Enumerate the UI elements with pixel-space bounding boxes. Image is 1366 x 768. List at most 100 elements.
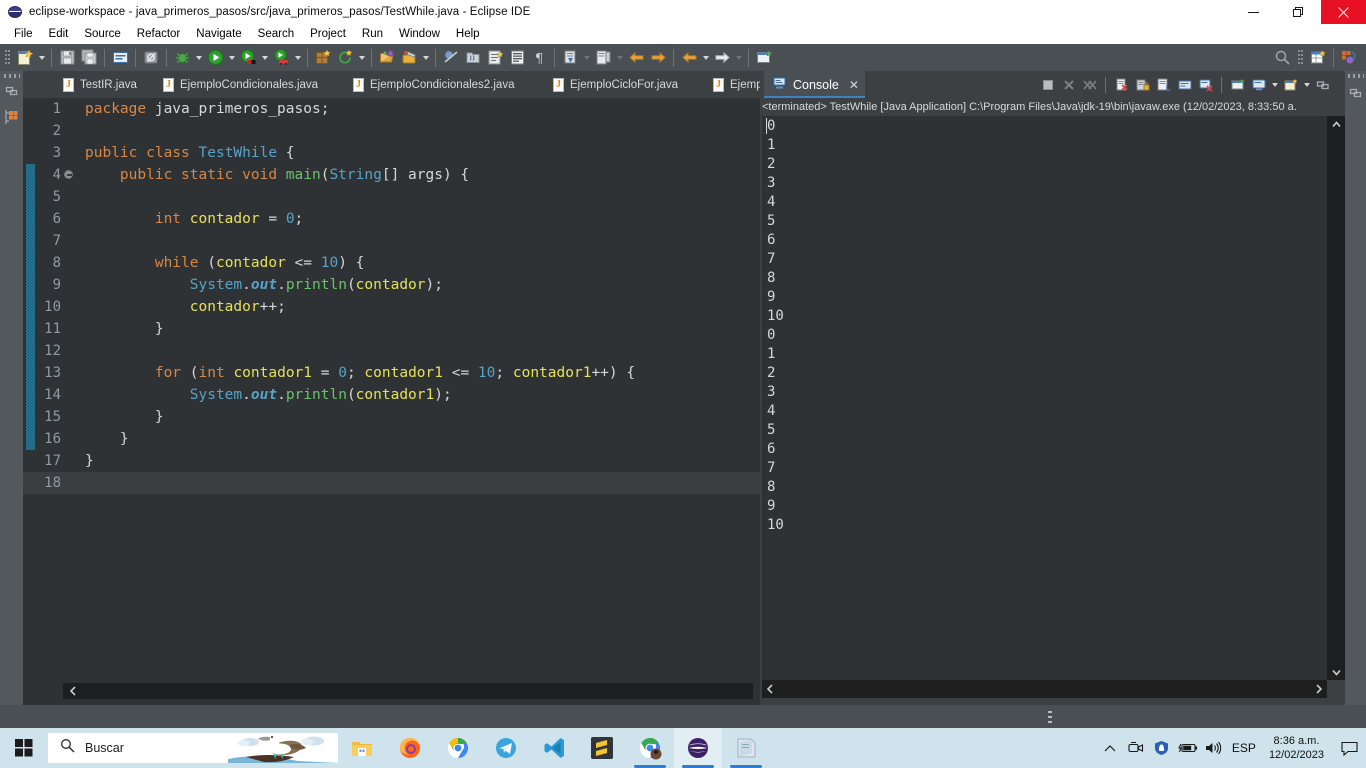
console-scroll-up-arrow[interactable]: [1327, 116, 1345, 132]
word-wrap-icon[interactable]: [1174, 75, 1195, 96]
camera-icon[interactable]: [1123, 728, 1149, 768]
editor-hscroll-left-arrow[interactable]: [65, 683, 81, 699]
code-line[interactable]: 9 System.out.println(contador);: [23, 274, 760, 296]
menu-refactor[interactable]: Refactor: [129, 24, 188, 44]
minimize-button[interactable]: [1231, 0, 1276, 24]
editor-tab[interactable]: EjemploCondicionales.java: [153, 71, 328, 98]
menu-run[interactable]: Run: [354, 24, 391, 44]
taskbar-clock[interactable]: 8:36 a.m. 12/02/2023: [1261, 734, 1332, 762]
menu-project[interactable]: Project: [302, 24, 354, 44]
next-annotation-icon[interactable]: [559, 47, 581, 69]
save-all-icon[interactable]: [78, 47, 100, 69]
taskbar-app-google-chrome[interactable]: [434, 728, 482, 768]
link-off-icon[interactable]: [140, 47, 162, 69]
code-line[interactable]: 14 System.out.println(contador1);: [23, 384, 760, 406]
taskbar-app-google-chrome-profile[interactable]: [626, 728, 674, 768]
toolbar-grip[interactable]: [4, 49, 11, 67]
menu-help[interactable]: Help: [448, 24, 488, 44]
run-last-dropdown-icon[interactable]: [292, 47, 303, 69]
close-button[interactable]: [1321, 0, 1366, 24]
save-icon[interactable]: [56, 47, 78, 69]
status-bar-grip[interactable]: [1048, 711, 1052, 723]
show-console-icon[interactable]: [1195, 75, 1216, 96]
code-line[interactable]: 16 }: [23, 428, 760, 450]
open-type-icon[interactable]: [376, 47, 398, 69]
previous-annotation-icon[interactable]: [592, 47, 614, 69]
run-dropdown-icon[interactable]: [226, 47, 237, 69]
menu-source[interactable]: Source: [76, 24, 128, 44]
restore-view-icon[interactable]: [4, 83, 20, 99]
editor-hscroll-track[interactable]: [63, 683, 753, 699]
new-window-icon[interactable]: [753, 47, 775, 69]
new-spreadsheet-icon[interactable]: [1307, 47, 1329, 69]
code-line[interactable]: 18: [23, 472, 760, 494]
editor-tab[interactable]: EjemploCi: [703, 71, 760, 98]
code-line[interactable]: 12: [23, 340, 760, 362]
editor-tab[interactable]: TestIR.java: [53, 71, 147, 98]
language-indicator[interactable]: ESP: [1227, 728, 1261, 768]
terminate-icon[interactable]: [1037, 75, 1058, 96]
code-line[interactable]: 2: [23, 120, 760, 142]
taskbar-app-eclipse[interactable]: [674, 728, 722, 768]
new-wizard-icon[interactable]: [14, 47, 36, 69]
battery-icon[interactable]: [1175, 728, 1201, 768]
run-icon[interactable]: [204, 47, 226, 69]
menu-edit[interactable]: Edit: [41, 24, 77, 44]
menu-navigate[interactable]: Navigate: [188, 24, 249, 44]
console-hscroll-left-arrow[interactable]: [762, 680, 778, 698]
coverage-dropdown-icon[interactable]: [259, 47, 270, 69]
lock-scroll-icon[interactable]: [1132, 75, 1153, 96]
notifications-icon[interactable]: [1332, 728, 1366, 768]
remove-all-launches-icon[interactable]: [1079, 75, 1100, 96]
code-line[interactable]: 6 int contador = 0;: [23, 208, 760, 230]
display-selected-console-icon[interactable]: [1248, 75, 1269, 96]
next-edit-icon[interactable]: [711, 47, 733, 69]
code-line[interactable]: 1 package java_primeros_pasos;: [23, 98, 760, 120]
menu-search[interactable]: Search: [250, 24, 302, 44]
chevron-up-icon[interactable]: [1097, 728, 1123, 768]
code-line[interactable]: 4 public static void main(String[] args)…: [23, 164, 760, 186]
tab-console[interactable]: Console ✕: [764, 71, 865, 98]
next-annotation-dropdown-icon[interactable]: [581, 47, 592, 69]
open-task-icon[interactable]: [398, 47, 420, 69]
search-icon[interactable]: [1271, 47, 1293, 69]
menu-window[interactable]: Window: [391, 24, 448, 44]
toolbar-grip-right[interactable]: [1297, 49, 1304, 67]
new-class-icon[interactable]: [484, 47, 506, 69]
code-line[interactable]: 3 public class TestWhile {: [23, 142, 760, 164]
menu-file[interactable]: File: [6, 24, 41, 44]
pin-console-icon[interactable]: [1227, 75, 1248, 96]
previous-annotation-dropdown-icon[interactable]: [614, 47, 625, 69]
code-line[interactable]: 15 }: [23, 406, 760, 428]
code-line[interactable]: 8 while (contador <= 10) {: [23, 252, 760, 274]
editor-tab[interactable]: EjemploCondicionales2.java: [343, 71, 524, 98]
scroll-lock-icon[interactable]: [1153, 75, 1174, 96]
coverage-icon[interactable]: [237, 47, 259, 69]
new-java-project-icon[interactable]: [462, 47, 484, 69]
skip-breakpoints-icon[interactable]: [440, 47, 462, 69]
clear-console-icon[interactable]: [1111, 75, 1132, 96]
previous-edit-dropdown-icon[interactable]: [700, 47, 711, 69]
back-icon[interactable]: [625, 47, 647, 69]
collapse-method-icon[interactable]: [64, 170, 73, 179]
package-explorer-icon[interactable]: [4, 109, 20, 125]
remove-launch-icon[interactable]: [1058, 75, 1079, 96]
console-scroll-down-arrow[interactable]: [1327, 664, 1345, 680]
debug-icon[interactable]: [171, 47, 193, 69]
rail-grip[interactable]: [4, 74, 20, 78]
minimize-icon[interactable]: [1312, 75, 1333, 96]
taskbar-app-file-explorer[interactable]: [338, 728, 386, 768]
open-console-icon[interactable]: [1280, 75, 1301, 96]
code-editor[interactable]: 1 package java_primeros_pasos; 2 3 public cl…: [23, 98, 760, 680]
run-last-icon[interactable]: [270, 47, 292, 69]
new-package-icon[interactable]: [312, 47, 334, 69]
search-input[interactable]: Buscar: [48, 733, 338, 763]
taskbar-app-sublime-text[interactable]: [578, 728, 626, 768]
print-icon[interactable]: [109, 47, 131, 69]
restore-button[interactable]: [1276, 0, 1321, 24]
perspective-java-icon[interactable]: [1338, 47, 1360, 69]
toggle-mark-occurrences-icon[interactable]: [506, 47, 528, 69]
forward-icon[interactable]: [647, 47, 669, 69]
open-task-dropdown-icon[interactable]: [420, 47, 431, 69]
console-horizontal-scrollbar[interactable]: [762, 680, 1327, 698]
